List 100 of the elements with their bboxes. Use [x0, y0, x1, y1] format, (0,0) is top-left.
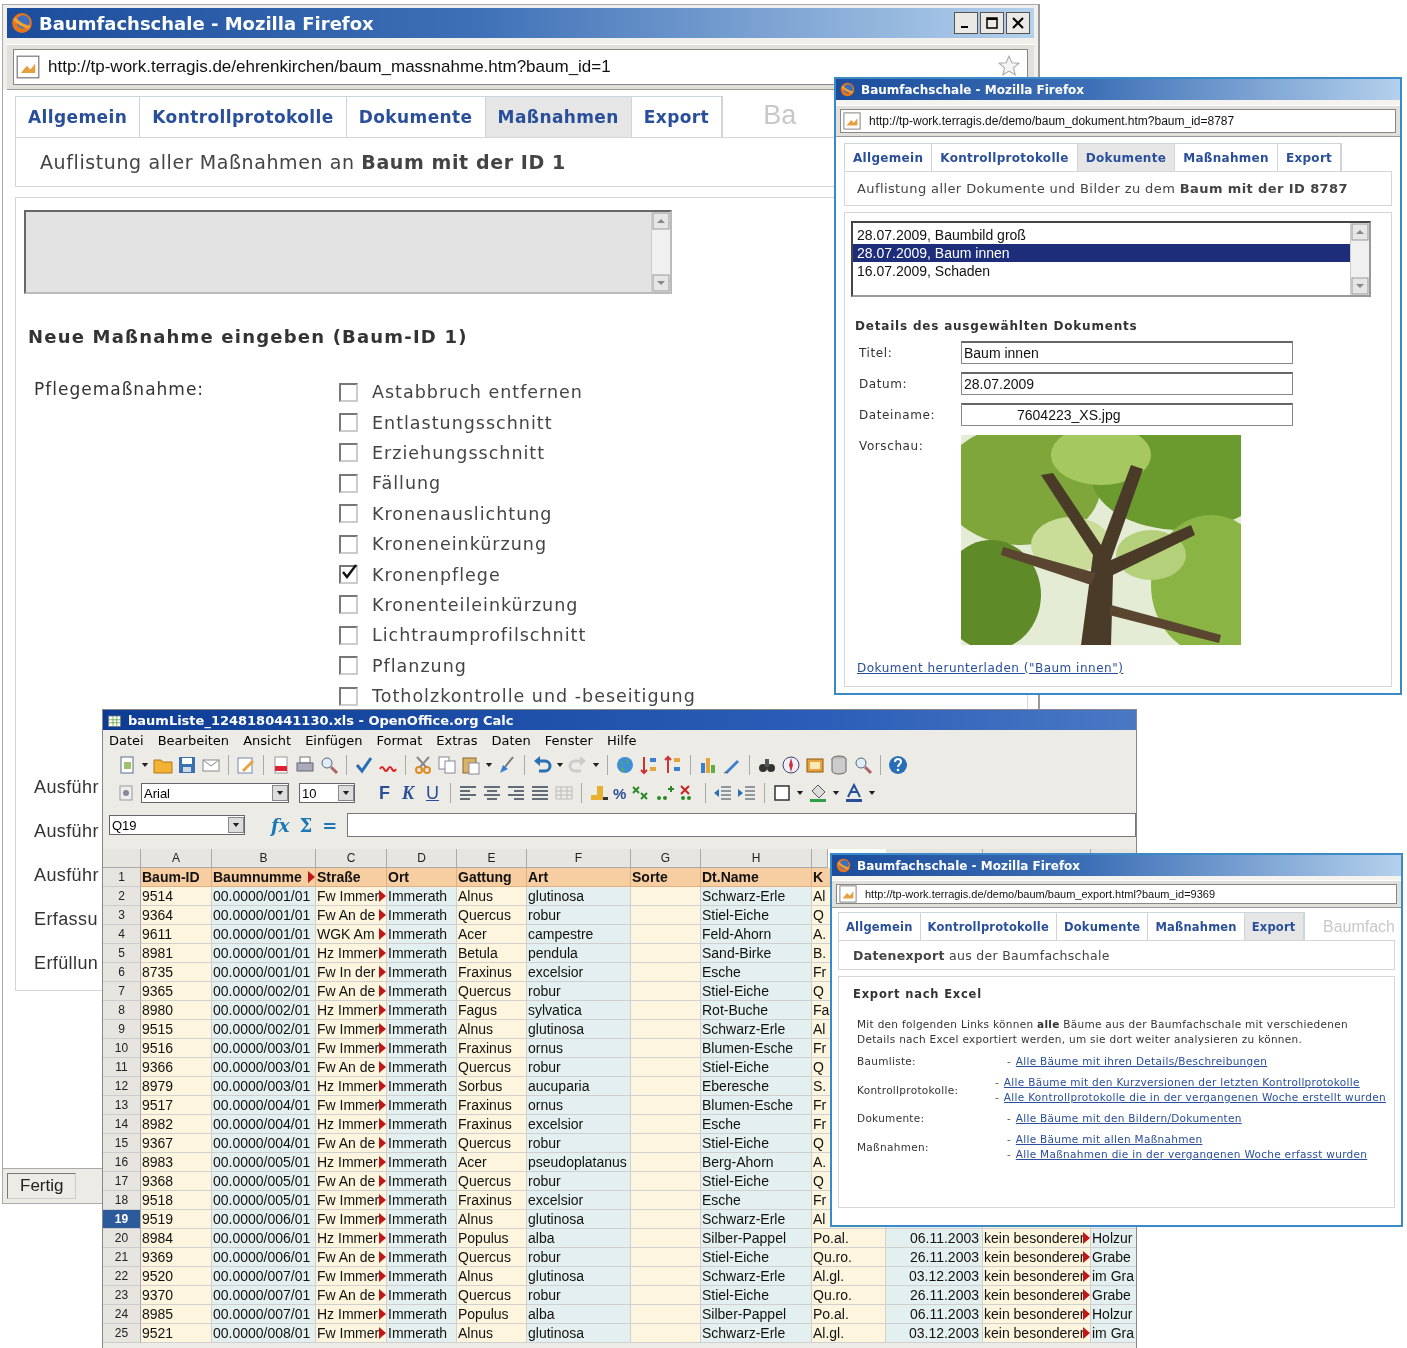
caret-icon[interactable] — [141, 761, 149, 769]
corner-cell[interactable] — [103, 849, 141, 868]
caret-icon[interactable] — [342, 789, 350, 797]
menu-item[interactable]: Fenster — [544, 733, 593, 748]
list-item[interactable]: 16.07.2009, Schaden — [853, 262, 1350, 280]
caret-icon[interactable] — [485, 761, 493, 769]
minimize-button[interactable] — [954, 12, 978, 34]
outdent-icon[interactable] — [713, 783, 734, 803]
column-header[interactable]: B — [212, 849, 316, 868]
export-link[interactable]: Alle Bäume mit den Kurzversionen der letzten Kontrollprotokolle — [1003, 1075, 1360, 1089]
close-icon[interactable] — [1011, 16, 1025, 30]
undo-icon[interactable] — [532, 755, 552, 775]
checkbox[interactable] — [339, 473, 358, 493]
list-item[interactable]: 28.07.2009, Baumbild groß — [853, 226, 1350, 244]
row-header[interactable]: 25 — [103, 1324, 141, 1343]
text-field[interactable]: Baum innen — [961, 341, 1293, 364]
arrow-up-icon[interactable] — [652, 212, 670, 230]
formula-input[interactable] — [347, 813, 1136, 837]
download-link[interactable]: Dokument herunterladen ("Baum innen") — [857, 661, 1385, 675]
border-icon[interactable] — [772, 783, 793, 803]
bar-chart-icon[interactable] — [698, 755, 718, 775]
tab[interactable]: Dokumente — [1077, 144, 1176, 171]
column-header[interactable]: D — [387, 849, 457, 868]
row-header[interactable]: 2 — [103, 887, 141, 906]
formula-button[interactable]: fx — [271, 814, 290, 836]
column-header[interactable]: F — [527, 849, 631, 868]
row-header[interactable]: 9 — [103, 1020, 141, 1039]
pdf-page-icon[interactable] — [271, 755, 291, 775]
menu-item[interactable]: Datei — [109, 733, 144, 748]
row-header[interactable]: 11 — [103, 1058, 141, 1077]
list-item[interactable]: 28.07.2009, Baum innen — [853, 244, 1350, 262]
magnifier-icon[interactable] — [853, 755, 873, 775]
export-link[interactable]: Alle Bäume mit den Bildern/Dokumenten — [1015, 1111, 1242, 1125]
copy-icon[interactable] — [437, 755, 457, 775]
format-button[interactable]: U — [422, 782, 443, 804]
export-link[interactable]: Alle Maßnahmen die in der vergangenen Woche erfasst wurden — [1015, 1147, 1368, 1161]
align-right-icon[interactable] — [506, 783, 526, 803]
row-header[interactable]: 14 — [103, 1115, 141, 1134]
sort-descending-icon[interactable] — [663, 755, 683, 775]
arrow-up-icon[interactable] — [1351, 223, 1369, 241]
export-link[interactable]: Alle Bäume mit allen Maßnahmen — [1015, 1132, 1203, 1146]
row-header[interactable]: 4 — [103, 925, 141, 944]
coins-icon[interactable] — [589, 783, 609, 803]
menu-item[interactable]: Ansicht — [243, 733, 292, 748]
checkbox[interactable] — [339, 413, 358, 433]
row-header[interactable]: 3 — [103, 906, 141, 925]
row-header[interactable]: 5 — [103, 944, 141, 963]
database-icon[interactable] — [829, 755, 849, 775]
compass-icon[interactable] — [781, 755, 801, 775]
column-header[interactable]: A — [141, 849, 212, 868]
checkbox[interactable] — [339, 686, 358, 706]
row-header[interactable]: 6 — [103, 963, 141, 982]
font-color-icon[interactable] — [844, 783, 865, 803]
checkbox[interactable] — [339, 595, 358, 615]
address-field[interactable]: http://tp-work.terragis.de/ehrenkirchen/baum_massnahme.htm?baum_id=1 — [13, 49, 1028, 85]
export-link[interactable]: Alle Bäume mit ihren Details/Beschreibungen — [1015, 1054, 1268, 1068]
tab[interactable]: Export — [1244, 913, 1304, 940]
menu-item[interactable]: Format — [376, 733, 423, 748]
caret-icon[interactable] — [868, 789, 877, 797]
format-button[interactable]: F — [375, 782, 394, 804]
format-button[interactable]: K — [398, 782, 418, 804]
name-box[interactable]: Q19 — [109, 815, 245, 835]
magnifier-icon[interactable] — [319, 755, 339, 775]
caret-icon[interactable] — [592, 761, 600, 769]
column-header[interactable]: C — [316, 849, 387, 868]
row-header[interactable]: 10 — [103, 1039, 141, 1058]
row-header[interactable]: 23 — [103, 1286, 141, 1305]
star-icon[interactable] — [998, 55, 1020, 77]
caret-icon[interactable] — [832, 789, 841, 797]
checkbox[interactable] — [339, 443, 358, 463]
row-header[interactable]: 13 — [103, 1096, 141, 1115]
row-header[interactable]: 19 — [103, 1210, 141, 1229]
column-header[interactable]: H — [701, 849, 812, 868]
address-field[interactable]: http://tp-work.terragis.de/demo/baum_dokument.htm?baum_id=8787 — [840, 109, 1396, 133]
indent-icon[interactable] — [737, 783, 758, 803]
row-header[interactable]: 16 — [103, 1153, 141, 1172]
clipboard-icon[interactable] — [461, 755, 481, 775]
text-area[interactable] — [24, 210, 672, 294]
help-icon[interactable] — [888, 755, 908, 775]
scrollbar[interactable] — [1350, 223, 1369, 295]
checkbox[interactable] — [339, 656, 358, 676]
export-link[interactable]: Alle Kontrollprotokolle die in der vergangenen Woche erstellt wurden — [1003, 1090, 1386, 1104]
brush-icon[interactable] — [497, 755, 517, 775]
row-header[interactable]: 7 — [103, 982, 141, 1001]
row-header[interactable]: 8 — [103, 1001, 141, 1020]
row-header[interactable]: 22 — [103, 1267, 141, 1286]
size-field[interactable]: 10 — [299, 783, 355, 803]
address-field[interactable]: http://tp-work.terragis.de/demo/baum/baum_export.html?baum_id=9369 — [836, 883, 1397, 905]
column-header[interactable]: E — [457, 849, 527, 868]
printer-icon[interactable] — [295, 755, 315, 775]
caret-icon[interactable] — [276, 789, 284, 797]
maximize-button[interactable] — [980, 12, 1004, 34]
paint-bucket-icon[interactable] — [808, 783, 829, 803]
menu-item[interactable]: Einfügen — [305, 733, 363, 748]
scrollbar[interactable] — [651, 212, 670, 292]
menu-item[interactable]: Extras — [436, 733, 478, 748]
formula-button[interactable]: Σ — [299, 814, 313, 836]
column-header[interactable]: G — [631, 849, 701, 868]
align-left-icon[interactable] — [458, 783, 478, 803]
checkbox[interactable] — [339, 565, 358, 585]
